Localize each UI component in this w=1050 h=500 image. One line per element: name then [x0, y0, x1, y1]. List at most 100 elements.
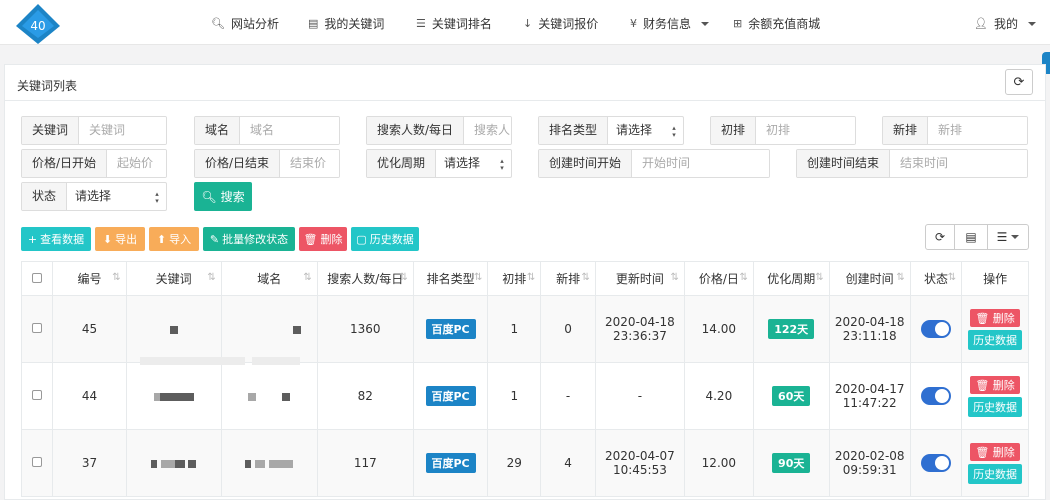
- cell-status: [909, 362, 963, 430]
- price-start-filter: 价格/日开始 起始价: [21, 149, 167, 178]
- keyword-label: 关键词: [22, 117, 80, 144]
- table-refresh-button[interactable]: ⟳: [925, 224, 955, 250]
- status-toggle[interactable]: [920, 454, 951, 472]
- col-search-volume[interactable]: 搜索人数/每日: [316, 261, 414, 296]
- period-badge: 60天: [772, 386, 811, 406]
- import-label: 导入: [169, 233, 192, 246]
- redacted-text: [140, 357, 245, 365]
- rank-type-label: 排名类型: [539, 117, 609, 144]
- cell-price: 14.00: [683, 295, 754, 363]
- col-period[interactable]: 优化周期: [752, 261, 830, 296]
- user-icon: 👤︎: [974, 17, 988, 30]
- col-keyword[interactable]: 关键词: [125, 261, 222, 296]
- nav-recharge-mall[interactable]: ⊞ 余额充值商城: [733, 15, 820, 32]
- col-updated[interactable]: 更新时间: [594, 261, 685, 296]
- checkbox[interactable]: [32, 390, 43, 400]
- updated-time: 10:45:53: [612, 463, 667, 477]
- import-button[interactable]: ⬆ 导入: [149, 227, 199, 251]
- search-volume-input[interactable]: 搜索人: [464, 117, 511, 144]
- refresh-icon: ⟳: [1013, 74, 1025, 90]
- row-checkbox[interactable]: [20, 295, 54, 363]
- square-icon: ▢: [356, 232, 367, 246]
- nav-finance[interactable]: ¥ 财务信息: [630, 15, 710, 32]
- redacted-text: [245, 459, 252, 468]
- cell-keyword: [125, 362, 222, 430]
- created-end-input[interactable]: 结束时间: [890, 150, 1027, 177]
- row-delete-label: 删除: [992, 311, 1015, 325]
- cell-status: [909, 295, 963, 363]
- row-history-button[interactable]: 历史数据: [968, 463, 1023, 484]
- col-price[interactable]: 价格/日: [683, 261, 754, 296]
- export-button[interactable]: ⬇ 导出: [95, 227, 145, 251]
- delete-button[interactable]: 🗑︎ 删除: [299, 227, 347, 251]
- checkbox[interactable]: [32, 323, 43, 333]
- edit-icon: ✎: [209, 232, 220, 246]
- checkbox[interactable]: [32, 457, 43, 467]
- period-filter: 优化周期 请选择: [366, 149, 512, 178]
- cell-id: 44: [52, 362, 127, 430]
- row-checkbox[interactable]: [20, 429, 54, 497]
- nav-keyword-ranking[interactable]: ☰ 关键词排名: [416, 15, 492, 32]
- price-end-input[interactable]: 结束价: [280, 150, 339, 177]
- col-rank-type[interactable]: 排名类型: [412, 261, 489, 296]
- panel-header: 关键词列表 ⟳: [5, 65, 1045, 101]
- columns-icon: ☰: [996, 230, 1008, 244]
- init-rank-input[interactable]: 初排: [756, 117, 855, 144]
- nav-keyword-quote[interactable]: ↓ 关键词报价: [523, 15, 598, 32]
- cell-init-rank: 29: [487, 429, 542, 497]
- history-button[interactable]: ▢ 历史数据: [351, 227, 419, 251]
- price-start-input[interactable]: 起始价: [107, 150, 166, 177]
- domain-label: 域名: [195, 117, 241, 144]
- nav-label: 关键词报价: [538, 17, 599, 31]
- col-status[interactable]: 状态: [909, 261, 963, 296]
- period-badge: 90天: [772, 453, 811, 473]
- cell-created: 2020-04-18 23:11:18: [828, 295, 911, 363]
- view-data-button[interactable]: + 查看数据: [21, 227, 91, 251]
- col-init-rank[interactable]: 初排: [487, 261, 542, 296]
- checkbox[interactable]: [32, 272, 43, 283]
- status-toggle[interactable]: [920, 320, 951, 338]
- created-end-filter: 创建时间结束 结束时间: [796, 149, 1028, 178]
- col-created[interactable]: 创建时间: [828, 261, 911, 296]
- redacted-text: [150, 459, 157, 468]
- row-delete-button[interactable]: 🗑︎ 删除: [970, 375, 1020, 394]
- row-delete-button[interactable]: 🗑︎ 删除: [970, 442, 1020, 461]
- status-select[interactable]: 请选择: [67, 183, 166, 210]
- cell-new-rank: -: [540, 362, 596, 430]
- nav-label: 我的: [993, 17, 1018, 31]
- row-delete-button[interactable]: 🗑︎ 删除: [970, 308, 1020, 327]
- row-history-button[interactable]: 历史数据: [968, 396, 1023, 417]
- batch-status-button[interactable]: ✎ 批量修改状态: [203, 227, 295, 251]
- redacted-text: [160, 459, 175, 468]
- col-id[interactable]: 编号: [52, 261, 127, 296]
- nav-site-analysis[interactable]: 🔍︎ 网站分析: [211, 15, 279, 32]
- col-domain[interactable]: 域名: [220, 261, 318, 296]
- domain-input[interactable]: 域名: [240, 117, 339, 144]
- status-toggle[interactable]: [920, 387, 951, 405]
- search-button[interactable]: 🔍︎ 搜索: [194, 182, 252, 211]
- row-delete-label: 删除: [992, 378, 1015, 392]
- cell-rank-type: 百度PC: [412, 362, 489, 430]
- new-rank-input[interactable]: 新排: [928, 117, 1027, 144]
- nav-my-keywords[interactable]: ▤ 我的关键词: [308, 15, 384, 32]
- rank-type-select[interactable]: 请选择: [608, 117, 683, 144]
- created-start-input[interactable]: 开始时间: [632, 150, 769, 177]
- row-checkbox[interactable]: [20, 362, 54, 430]
- row-history-button[interactable]: 历史数据: [968, 329, 1023, 350]
- sort-numeric-icon: ↓: [523, 17, 533, 30]
- price-end-label: 价格/日结束: [195, 150, 281, 177]
- period-select[interactable]: 请选择: [436, 150, 511, 177]
- toggle-view-button[interactable]: ▤: [954, 224, 988, 250]
- col-new-rank[interactable]: 新排: [540, 261, 596, 296]
- columns-button[interactable]: ☰: [987, 224, 1029, 250]
- logo[interactable]: 40: [16, 4, 60, 44]
- select-all-checkbox[interactable]: [20, 261, 54, 296]
- keyword-input[interactable]: 关键词: [79, 117, 166, 144]
- plus-square-icon: ⊞: [733, 17, 743, 30]
- nav-user-menu[interactable]: 👤︎ 我的: [974, 15, 1036, 32]
- refresh-button[interactable]: ⟳: [1005, 69, 1033, 95]
- col-actions: 操作: [961, 261, 1029, 296]
- view-data-label: 查看数据: [40, 233, 85, 246]
- cell-id: 37: [52, 429, 127, 497]
- cell-keyword: [125, 429, 222, 497]
